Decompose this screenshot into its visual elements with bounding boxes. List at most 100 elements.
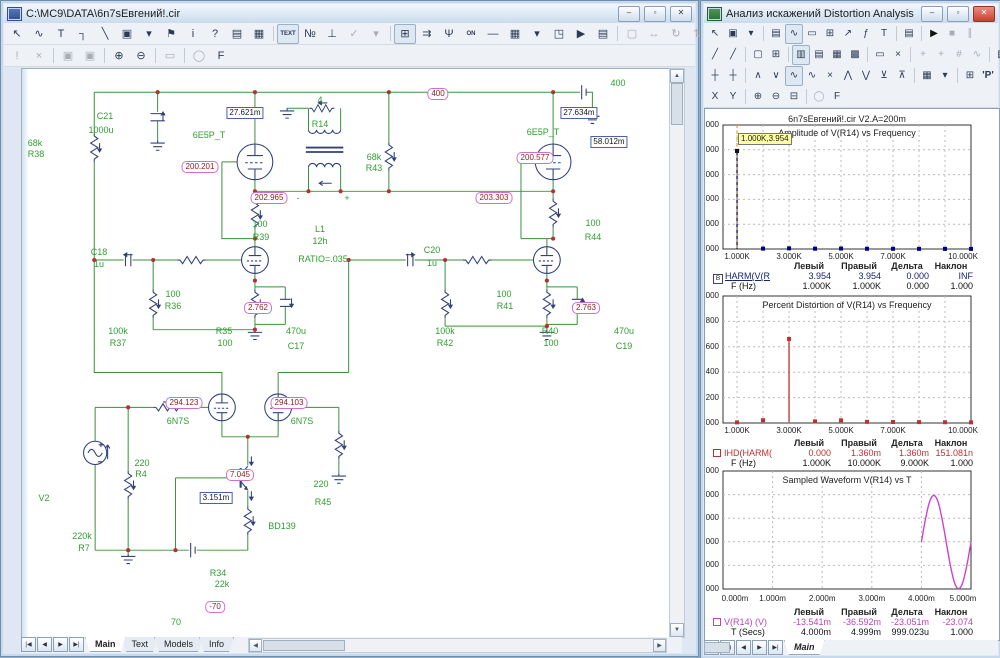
- box-mode-icon[interactable]: ▭: [803, 24, 821, 44]
- ortho-wire-tool-icon[interactable]: ┐: [72, 24, 94, 44]
- grid-dropdown-icon[interactable]: ▾: [526, 24, 548, 44]
- scroll-up-icon[interactable]: ▲: [670, 69, 684, 83]
- tab-text[interactable]: Text: [122, 637, 159, 652]
- trim-tool-icon[interactable]: ×: [889, 45, 907, 65]
- show-power-toggle-icon[interactable]: Ψ: [438, 24, 460, 44]
- line-tool-icon[interactable]: ╱: [706, 45, 724, 65]
- help-mode-icon[interactable]: ?: [204, 24, 226, 44]
- text-tool-icon[interactable]: T: [50, 24, 72, 44]
- tab-info[interactable]: Info: [199, 637, 234, 652]
- go-to-performance-icon[interactable]: 'P': [979, 66, 997, 86]
- data-points-toggle-icon[interactable]: ⊞: [821, 24, 839, 44]
- show-node-numbers-icon[interactable]: №: [299, 24, 321, 44]
- tab-main[interactable]: Main: [784, 640, 825, 655]
- series-swatch[interactable]: [713, 618, 721, 626]
- properties-button-icon[interactable]: ▤: [592, 24, 614, 44]
- y-axis-settings-icon[interactable]: Y: [724, 87, 742, 107]
- high-tool-icon[interactable]: ∿: [785, 66, 803, 86]
- page-nav-button-2[interactable]: ▶: [53, 637, 68, 652]
- wire-mode-tool-icon[interactable]: ∿: [28, 24, 50, 44]
- numeric-output-icon[interactable]: ⊞: [961, 66, 979, 86]
- show-grid-text-toggle-icon[interactable]: TEXT: [277, 24, 299, 44]
- panel-toggle-icon[interactable]: ▭: [871, 45, 889, 65]
- component-dropdown-icon[interactable]: ▾: [742, 24, 760, 44]
- page-nav-button-3[interactable]: ▶|: [69, 637, 84, 652]
- color-palette-icon[interactable]: ▦: [248, 24, 270, 44]
- page-nav-button-1[interactable]: ◀: [37, 637, 52, 652]
- branch-dropdown-icon[interactable]: ▾: [936, 66, 954, 86]
- component-dropdown-icon[interactable]: ▾: [138, 24, 160, 44]
- grid-toggle-icon[interactable]: ▦: [504, 24, 526, 44]
- cursor-value-label[interactable]: 1.000K,3.954: [738, 133, 792, 145]
- region-enable-tool-icon[interactable]: ▤: [226, 24, 248, 44]
- close-button[interactable]: ✕: [670, 6, 692, 22]
- scope-settings-icon[interactable]: ▧: [993, 45, 1000, 65]
- component-tool-icon[interactable]: ▣: [724, 24, 742, 44]
- vertical-scrollbar[interactable]: ▲ ▼: [669, 68, 685, 638]
- scroll-right-icon[interactable]: ▶: [653, 639, 666, 652]
- low-tool-icon[interactable]: ∿: [803, 66, 821, 86]
- border-toggle-icon[interactable]: ◳: [548, 24, 570, 44]
- maximize-button[interactable]: ▫: [947, 6, 969, 22]
- inflection-tool-icon[interactable]: ×: [821, 66, 839, 86]
- go-to-branch-icon[interactable]: ▦: [918, 66, 936, 86]
- analysis-plots[interactable]: [705, 109, 997, 638]
- tab-models[interactable]: Models: [154, 637, 203, 652]
- maximize-button[interactable]: ▫: [644, 6, 666, 22]
- zoom-out-icon[interactable]: ⊖: [767, 87, 785, 107]
- hatch-grid-icon[interactable]: ▦: [828, 45, 846, 65]
- page-nav-button-2[interactable]: ◀: [736, 640, 751, 655]
- line-point-tool-icon[interactable]: ╱: [724, 45, 742, 65]
- page-nav-button-3[interactable]: ▶: [752, 640, 767, 655]
- hatch-vertical-icon[interactable]: ▥: [792, 45, 810, 65]
- show-meters-toggle-icon[interactable]: ⊞: [394, 24, 416, 44]
- cursor-mode-icon[interactable]: ↗: [839, 24, 857, 44]
- select-tool-icon[interactable]: ↖: [706, 24, 724, 44]
- global-high-tool-icon[interactable]: ⋀: [839, 66, 857, 86]
- scope-mode-icon[interactable]: ▤: [767, 24, 785, 44]
- peak-tool-icon[interactable]: ∧: [749, 66, 767, 86]
- schematic-canvas[interactable]: C211000u68kR386E5P_T4R1468kR434006E5P_T1…: [21, 68, 671, 638]
- properties-button-icon[interactable]: ▤: [900, 24, 918, 44]
- hatch-horizontal-icon[interactable]: ▤: [810, 45, 828, 65]
- cursor-branch-marker[interactable]: B: [713, 274, 723, 284]
- top-tool-icon[interactable]: ⊼: [893, 66, 911, 86]
- select-tool-icon[interactable]: ↖: [6, 24, 28, 44]
- cursor-direction-icon[interactable]: ▶: [570, 24, 592, 44]
- horizontal-scrollbar[interactable]: ◀ ▶: [248, 638, 667, 653]
- analysis-chart-panel[interactable]: 5.0004.0003.0002.0001.0000.0001.000K3.00…: [704, 108, 1000, 641]
- scrollbar-thumb[interactable]: [671, 83, 683, 125]
- cursor-left-icon[interactable]: ┼: [706, 66, 724, 86]
- page-nav-button-4[interactable]: ▶|: [768, 640, 783, 655]
- waveform-select-icon[interactable]: ∿: [785, 24, 803, 44]
- select-region-icon[interactable]: ▢: [749, 45, 767, 65]
- diagonal-wire-tool-icon[interactable]: ╲: [94, 24, 116, 44]
- zoom-box-icon[interactable]: ⊟: [785, 87, 803, 107]
- zoom-out-icon[interactable]: ⊖: [130, 46, 152, 66]
- scroll-down-icon[interactable]: ▼: [670, 623, 684, 637]
- schematic-drawing[interactable]: [22, 69, 670, 635]
- info-mode-icon[interactable]: i: [182, 24, 204, 44]
- hatch-dense-icon[interactable]: ▩: [846, 45, 864, 65]
- show-condition-toggle-icon[interactable]: ON: [460, 24, 482, 44]
- fft-mode-icon[interactable]: ƒ: [857, 24, 875, 44]
- font-button-icon[interactable]: F: [828, 87, 846, 107]
- page-nav-button-0[interactable]: |◀: [21, 637, 36, 652]
- show-wires-toggle-icon[interactable]: —: [482, 24, 504, 44]
- show-current-toggle-icon[interactable]: ⇉: [416, 24, 438, 44]
- minimize-button[interactable]: –: [921, 6, 943, 22]
- flag-tool-icon[interactable]: ⚑: [160, 24, 182, 44]
- schematic-titlebar[interactable]: C:\MC9\DATA\6n7sЕвгений!.cir – ▫ ✕: [4, 4, 695, 24]
- run-button-icon[interactable]: ▶: [925, 24, 943, 44]
- global-low-tool-icon[interactable]: ⋁: [857, 66, 875, 86]
- minimize-button[interactable]: –: [618, 6, 640, 22]
- grid-toggle-icon[interactable]: ⊞: [767, 45, 785, 65]
- font-button-icon[interactable]: F: [210, 46, 232, 66]
- close-button[interactable]: ✕: [973, 6, 995, 22]
- zoom-in-icon[interactable]: ⊕: [108, 46, 130, 66]
- zoom-in-icon[interactable]: ⊕: [749, 87, 767, 107]
- tab-main[interactable]: Main: [85, 637, 126, 652]
- scroll-left-icon[interactable]: ◀: [249, 639, 262, 652]
- analysis-titlebar[interactable]: Анализ искажений Distortion Analysis – ▫…: [704, 4, 998, 24]
- series-swatch[interactable]: [713, 449, 721, 457]
